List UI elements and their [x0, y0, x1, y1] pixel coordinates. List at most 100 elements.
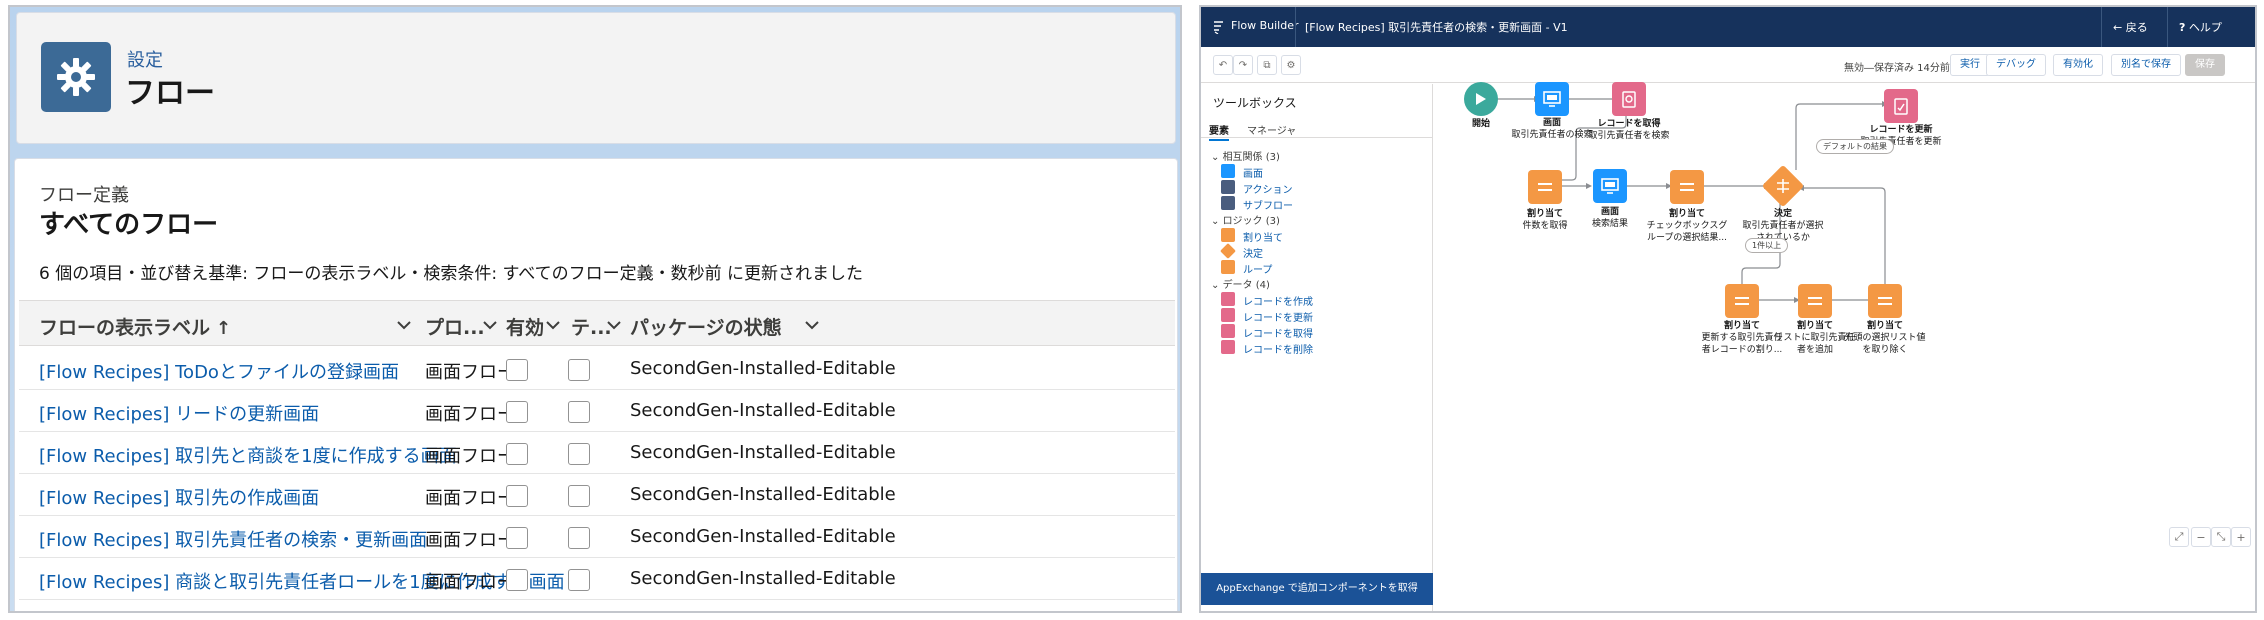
- list-view-title[interactable]: すべてのフロー: [39, 204, 218, 241]
- screen-node[interactable]: [1535, 82, 1569, 116]
- assignment-node[interactable]: [1725, 284, 1759, 318]
- tab-elements[interactable]: 要素: [1209, 122, 1229, 141]
- section-interaction[interactable]: ⌄ 相互関係 (3): [1211, 148, 1280, 163]
- divider: [1295, 7, 1296, 47]
- flow-link[interactable]: [Flow Recipes] 取引先と商談を1度に作成する画面: [39, 442, 457, 468]
- active-checkbox[interactable]: [506, 401, 528, 423]
- run-button[interactable]: 実行: [1950, 54, 1990, 76]
- start-node[interactable]: [1464, 82, 1498, 116]
- package-state-cell: SecondGen-Installed-Editable: [630, 400, 896, 421]
- package-state-cell: SecondGen-Installed-Editable: [630, 568, 896, 589]
- assignment-icon: [1221, 228, 1235, 242]
- chevron-down-icon[interactable]: [393, 314, 415, 336]
- help-button[interactable]: ? ヘルプ: [2179, 19, 2222, 35]
- settings-icon[interactable]: ⚙: [1281, 55, 1301, 75]
- screen-node[interactable]: [1593, 169, 1627, 203]
- chevron-down-icon[interactable]: [801, 314, 823, 336]
- sort-ascending-icon: ↑: [216, 318, 232, 339]
- active-checkbox[interactable]: [506, 359, 528, 381]
- decision-icon: [1220, 243, 1236, 259]
- process-type-cell: 画面フロー: [425, 446, 515, 467]
- save-status: 無効―保存済み 14分前: [1844, 63, 1950, 74]
- flow-canvas[interactable]: 開始 画面 取引先責任者の検索 レコードを取得 取引先責任者を検索 割り当て 件数を取…: [1434, 82, 2255, 611]
- update-records-node[interactable]: [1884, 89, 1918, 123]
- undo-icon[interactable]: ↶: [1213, 55, 1233, 75]
- record-create-icon: [1221, 292, 1235, 306]
- save-as-button[interactable]: 別名で保存: [2111, 54, 2181, 76]
- table-row: [Flow Recipes] 取引先と商談を1度に作成する画面 画面フロー Se…: [19, 432, 1175, 474]
- appexchange-link[interactable]: AppExchange で追加コンポーネントを取得: [1201, 573, 1433, 605]
- active-checkbox[interactable]: [506, 485, 528, 507]
- node-label: 開始: [1471, 119, 1490, 129]
- template-checkbox[interactable]: [568, 569, 590, 591]
- column-header-active[interactable]: 有効: [506, 313, 544, 340]
- activate-button[interactable]: 有効化: [2053, 54, 2103, 76]
- divider: [2167, 7, 2168, 47]
- get-records-node[interactable]: [1612, 82, 1646, 116]
- table-row: [Flow Recipes] リードの更新画面 画面フロー SecondGen-…: [19, 390, 1175, 432]
- chevron-down-icon[interactable]: [542, 314, 564, 336]
- builder-header: Flow Builder [Flow Recipes] 取引先責任者の検索・更新…: [1201, 7, 2255, 47]
- column-header-package-state[interactable]: パッケージの状態: [630, 313, 782, 340]
- list-view-card: フロー定義 すべてのフロー 6 個の項目・並び替え基準: フローの表示ラベル・検…: [14, 158, 1178, 611]
- section-logic[interactable]: ⌄ ロジック (3): [1211, 212, 1280, 227]
- back-arrow-icon: ←: [2113, 21, 2123, 34]
- record-update-icon: [1221, 308, 1235, 322]
- record-update-icon: [1894, 98, 1908, 115]
- assignment-node[interactable]: [1868, 284, 1902, 318]
- table-header: フローの表示ラベル ↑ プロ... 有効 テ... パッケージの状態: [19, 300, 1175, 346]
- fit-to-view-icon[interactable]: ⤢: [2169, 527, 2189, 547]
- back-button[interactable]: ← 戻る: [2113, 19, 2148, 35]
- package-state-cell: SecondGen-Installed-Editable: [630, 358, 896, 379]
- gear-icon: [41, 42, 111, 112]
- tab-manager[interactable]: マネージャ: [1247, 122, 1296, 137]
- table-row: [Flow Recipes] 商談と取引先責任者ロールを1度に作成する画面 画面…: [19, 558, 1175, 600]
- debug-button[interactable]: デバッグ: [1986, 54, 2046, 76]
- table-row: [Flow Recipes] 取引先責任者の検索・更新画面 画面フロー Seco…: [19, 516, 1175, 558]
- chevron-down-icon[interactable]: [603, 314, 625, 336]
- record-delete-icon: [1221, 340, 1235, 354]
- toolbox-tabs: 要素 マネージャ: [1201, 118, 1432, 141]
- flow-icon: [1214, 21, 1223, 34]
- flow-link[interactable]: [Flow Recipes] ToDoとファイルの登録画面: [39, 358, 399, 384]
- screen-icon: [1601, 178, 1619, 194]
- template-checkbox[interactable]: [568, 485, 590, 507]
- process-type-cell: 画面フロー: [425, 572, 515, 593]
- active-checkbox[interactable]: [506, 443, 528, 465]
- zoom-out-icon[interactable]: −: [2191, 527, 2211, 547]
- save-button[interactable]: 保存: [2185, 54, 2225, 76]
- process-type-cell: 画面フロー: [425, 488, 515, 509]
- template-checkbox[interactable]: [568, 401, 590, 423]
- chevron-down-icon[interactable]: [479, 314, 501, 336]
- package-state-cell: SecondGen-Installed-Editable: [630, 526, 896, 547]
- flow-link[interactable]: [Flow Recipes] 取引先責任者の検索・更新画面: [39, 526, 427, 552]
- assignment-node[interactable]: [1528, 170, 1562, 204]
- screen-icon: [1543, 91, 1561, 107]
- assignment-node[interactable]: [1798, 284, 1832, 318]
- template-checkbox[interactable]: [568, 443, 590, 465]
- assignment-icon: [1808, 297, 1822, 305]
- process-type-cell: 画面フロー: [425, 362, 515, 383]
- column-header-label[interactable]: フローの表示ラベル ↑: [39, 313, 231, 340]
- outcome-label: 1件以上: [1745, 238, 1789, 253]
- flow-link[interactable]: [Flow Recipes] リードの更新画面: [39, 400, 319, 426]
- assignment-node[interactable]: [1670, 170, 1704, 204]
- zoom-in-icon[interactable]: +: [2231, 527, 2251, 547]
- template-checkbox[interactable]: [568, 359, 590, 381]
- divider: [2101, 7, 2102, 47]
- assignment-icon: [1538, 183, 1552, 191]
- node-label: 割り当て 先頭の選択リスト値 を取り除く: [1844, 321, 1926, 355]
- active-checkbox[interactable]: [506, 569, 528, 591]
- copy-icon[interactable]: ⧉: [1257, 55, 1277, 75]
- redo-icon[interactable]: ↷: [1233, 55, 1253, 75]
- template-checkbox[interactable]: [568, 527, 590, 549]
- flow-link[interactable]: [Flow Recipes] 取引先の作成画面: [39, 484, 319, 510]
- active-checkbox[interactable]: [506, 527, 528, 549]
- column-header-process-type[interactable]: プロ...: [425, 313, 485, 340]
- section-data[interactable]: ⌄ データ (4): [1211, 276, 1270, 291]
- subflow-icon: [1221, 196, 1235, 210]
- toolbox-title: ツールボックス: [1213, 96, 1297, 110]
- action-icon: [1221, 180, 1235, 194]
- expand-icon[interactable]: ⤡: [2211, 527, 2231, 547]
- help-icon: ?: [2179, 21, 2186, 34]
